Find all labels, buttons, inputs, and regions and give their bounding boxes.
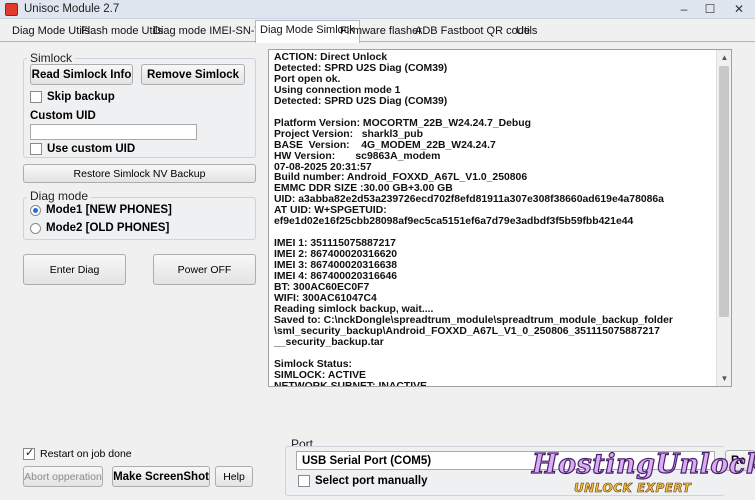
log-line: HW Version: sc9863A_modem [274, 150, 441, 162]
mode1-label: Mode1 [NEW PHONES] [46, 204, 172, 216]
log-scrollbar[interactable]: ▲ ▼ [716, 50, 731, 386]
skip-backup-checkbox[interactable]: Skip backup [30, 91, 115, 103]
log-line: Project Version: sharkl3_pub [274, 128, 423, 140]
tab-bar: Diag Mode Utils Flash mode Utils Diag mo… [0, 20, 755, 43]
hostingunlock-watermark: HostingUnlock UNLOCK EXPERT [528, 448, 755, 499]
log-line: Simlock Status: [274, 358, 352, 370]
log-line: NETWORK SUBNET: INACTIVE [274, 380, 427, 387]
log-text: ACTION: Direct Unlock Detected: SPRD U2S … [274, 52, 714, 387]
log-line: __security_backup.tar [274, 336, 384, 348]
title-bar: Unisoc Module 2.7 – ☐ ✕ [0, 0, 755, 19]
abort-operation-button[interactable]: Abort opperation [23, 466, 103, 487]
power-off-button[interactable]: Power OFF [153, 254, 256, 285]
port-select-value: USB Serial Port (COM5) [302, 454, 432, 467]
log-line: ef9e1d02e16f25cbb28098af9ec5ca5151ef6a7d… [274, 216, 634, 228]
mode1-radio-dot[interactable] [30, 204, 41, 216]
mode2-radio-dot[interactable] [30, 222, 41, 234]
close-icon[interactable]: ✕ [724, 1, 754, 17]
custom-uid-input[interactable] [30, 124, 197, 140]
window-title: Unisoc Module 2.7 [24, 3, 120, 15]
restart-on-job-done-box[interactable] [23, 446, 35, 460]
mode1-radio[interactable]: Mode1 [NEW PHONES] [30, 204, 172, 216]
mode2-radio[interactable]: Mode2 [OLD PHONES] [30, 222, 169, 234]
use-custom-uid-box[interactable] [30, 143, 42, 155]
restart-on-job-done-label: Restart on job done [40, 448, 132, 460]
restart-on-job-done-checkbox[interactable]: Restart on job done [23, 446, 132, 460]
custom-uid-label: Custom UID [30, 110, 96, 122]
select-port-manually-checkbox[interactable]: Select port manually [298, 475, 427, 487]
minimize-icon[interactable]: – [672, 1, 696, 17]
enter-diag-button[interactable]: Enter Diag [23, 254, 126, 285]
restore-simlock-nv-backup-button[interactable]: Restore Simlock NV Backup [23, 164, 256, 183]
select-port-manually-label: Select port manually [315, 475, 428, 487]
use-custom-uid-checkbox[interactable]: Use custom UID [30, 143, 135, 155]
maximize-icon[interactable]: ☐ [698, 1, 722, 17]
watermark-main-text: HostingUnlock [531, 448, 755, 480]
mode2-label: Mode2 [OLD PHONES] [46, 222, 170, 234]
log-line: Detected: SPRD U2S Diag (COM39) [274, 62, 448, 74]
log-line: SIMLOCK: ACTIVE [274, 369, 366, 381]
help-button[interactable]: Help [215, 466, 253, 487]
log-output[interactable]: ACTION: Direct Unlock Detected: SPRD U2S … [268, 49, 732, 387]
skip-backup-box[interactable] [30, 91, 42, 103]
scroll-down-icon[interactable]: ▼ [717, 371, 731, 386]
read-simlock-info-button[interactable]: Read Simlock Info [30, 64, 133, 85]
scroll-up-icon[interactable]: ▲ [717, 50, 731, 65]
watermark-sub-text: UNLOCK EXPERT [574, 481, 692, 496]
tab-utils[interactable]: Utils [512, 23, 541, 42]
skip-backup-label: Skip backup [47, 91, 115, 103]
app-icon [5, 3, 18, 16]
simlock-group-title: Simlock [27, 51, 76, 65]
log-line: BASE Version: 4G_MODEM_22B_W24.24.7 [274, 139, 496, 151]
make-screenshot-button[interactable]: Make ScreenShot [112, 466, 210, 487]
log-line: Detected: SPRD U2S Diag (COM39) [274, 95, 448, 107]
diag-mode-group-title: Diag mode [27, 189, 92, 203]
remove-simlock-button[interactable]: Remove Simlock [141, 64, 245, 85]
use-custom-uid-label: Use custom UID [47, 143, 136, 155]
scroll-thumb[interactable] [719, 66, 729, 317]
select-port-manually-box[interactable] [298, 475, 310, 487]
